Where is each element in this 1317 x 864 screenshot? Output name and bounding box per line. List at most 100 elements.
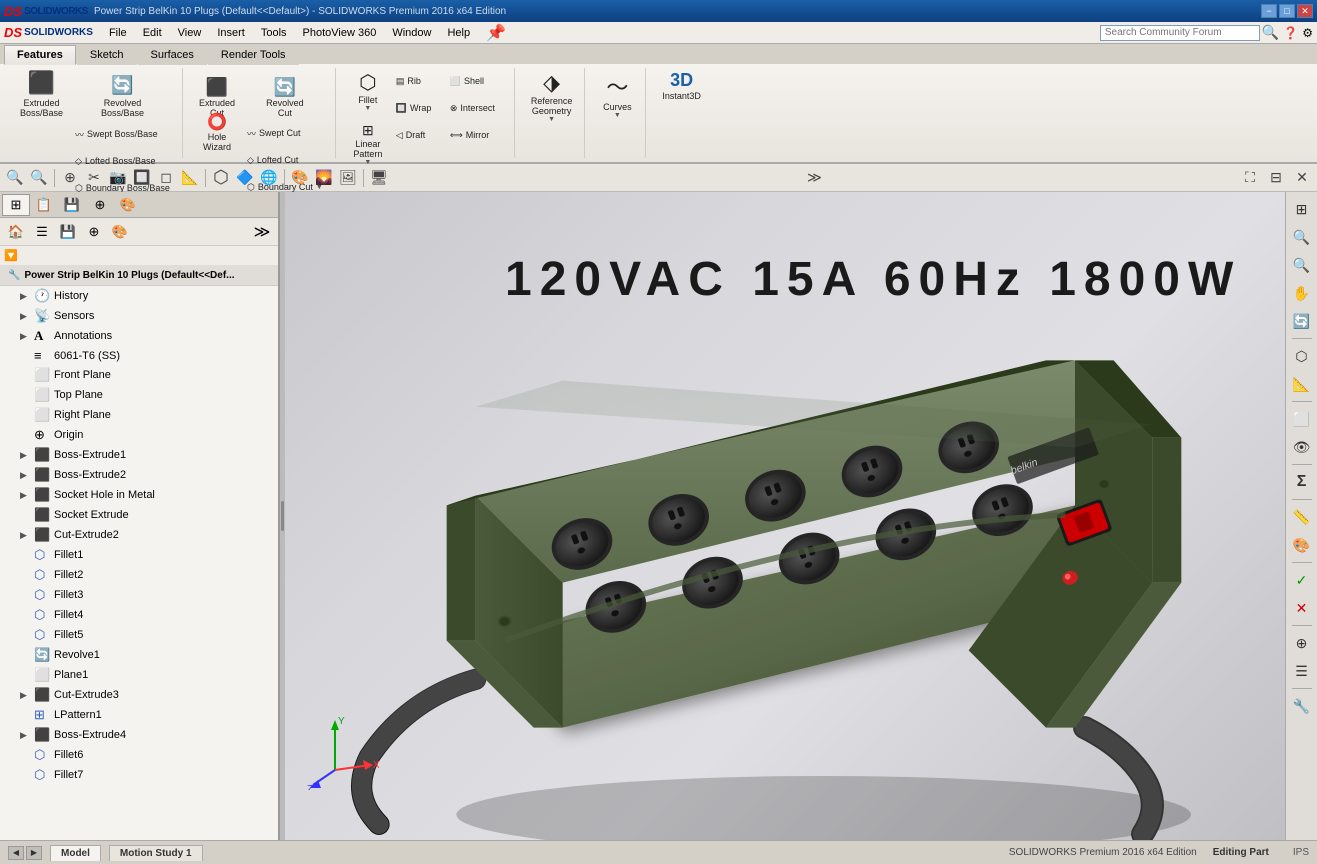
tree-item-fillet6[interactable]: ▶ ⬡ Fillet6: [0, 745, 278, 765]
view-persp-button[interactable]: 🔷: [234, 167, 256, 189]
hole-wizard-button[interactable]: ⭕ HoleWizard: [197, 120, 237, 154]
shell-button[interactable]: ⬜ Shell: [446, 68, 506, 94]
pin-icon[interactable]: 📌: [486, 23, 506, 43]
menu-tools[interactable]: Tools: [253, 25, 295, 41]
rt-smart-select[interactable]: ⊕: [1289, 630, 1315, 656]
rt-pan[interactable]: ✋: [1289, 280, 1315, 306]
tree-item-boss-extrude1[interactable]: ▶ ⬛ Boss-Extrude1: [0, 445, 278, 465]
tree-item-right-plane[interactable]: ▶ ⬜ Right Plane: [0, 405, 278, 425]
tree-item-cut-extrude3[interactable]: ▶ ⬛ Cut-Extrude3: [0, 685, 278, 705]
menu-window[interactable]: Window: [384, 25, 439, 41]
view-display-button[interactable]: 🔲: [131, 167, 153, 189]
view-hidden-button[interactable]: ◻: [155, 167, 177, 189]
view-split-button[interactable]: ⊟: [1265, 167, 1287, 189]
view-orient-button[interactable]: 🔍: [4, 167, 26, 189]
menu-view[interactable]: View: [170, 25, 210, 41]
tree-item-socket-hole[interactable]: ▶ ⬛ Socket Hole in Metal: [0, 485, 278, 505]
curves-button[interactable]: 〜 Curves ▼: [597, 68, 637, 121]
panel-tab-display[interactable]: 🎨: [114, 194, 142, 216]
linear-pattern-button[interactable]: ⊞ LinearPattern ▼: [348, 120, 388, 154]
tree-item-top-plane[interactable]: ▶ ⬜ Top Plane: [0, 385, 278, 405]
tree-item-boss-extrude2[interactable]: ▶ ⬛ Boss-Extrude2: [0, 465, 278, 485]
menu-edit[interactable]: Edit: [135, 25, 170, 41]
tree-item-cut-extrude2[interactable]: ▶ ⬛ Cut-Extrude2: [0, 525, 278, 545]
panel-color-button[interactable]: 🎨: [108, 221, 132, 243]
draft-button[interactable]: ◁ Draft: [392, 122, 442, 148]
view-3d-button[interactable]: ⊕: [59, 167, 81, 189]
appearance-button[interactable]: 🎨: [289, 167, 311, 189]
status-tab-motion[interactable]: Motion Study 1: [109, 845, 203, 861]
tree-item-fillet1[interactable]: ▶ ⬡ Fillet1: [0, 545, 278, 565]
viewport[interactable]: 120VAC 15A 60Hz 1800W: [285, 192, 1285, 840]
panel-addref-button[interactable]: ⊕: [82, 221, 106, 243]
toolbar-more-button[interactable]: ≫: [804, 167, 826, 189]
reference-geometry-button[interactable]: ⬗ ReferenceGeometry ▼: [527, 68, 577, 125]
tree-item-front-plane[interactable]: ▶ ⬜ Front Plane: [0, 365, 278, 385]
panel-home-button[interactable]: 🏠: [4, 221, 28, 243]
rt-ok[interactable]: ✓: [1289, 567, 1315, 593]
tree-content[interactable]: 🔧 Power Strip BelKin 10 Plugs (Default<<…: [0, 266, 278, 840]
close-button[interactable]: ✕: [1297, 4, 1313, 18]
rt-view-selector[interactable]: ⊞: [1289, 196, 1315, 222]
status-nav-prev[interactable]: ◀: [8, 846, 24, 860]
tab-render-tools[interactable]: Render Tools: [208, 45, 299, 65]
decals-button[interactable]: 🖼: [337, 167, 359, 189]
menu-insert[interactable]: Insert: [209, 25, 253, 41]
rt-selection-filter[interactable]: 🔧: [1289, 693, 1315, 719]
rt-display-style[interactable]: ⬜: [1289, 406, 1315, 432]
swept-boss-base-button[interactable]: 〰 Swept Boss/Base: [71, 121, 174, 147]
extruded-boss-base-button[interactable]: ⬛ ExtrudedBoss/Base: [16, 68, 67, 120]
panel-tab-config[interactable]: 💾: [58, 194, 86, 216]
tree-item-fillet3[interactable]: ▶ ⬡ Fillet3: [0, 585, 278, 605]
fillet-button[interactable]: ⬡ Fillet ▼: [348, 68, 388, 120]
tree-item-lpattern1[interactable]: ▶ ⊞ LPattern1: [0, 705, 278, 725]
tree-item-boss-extrude4[interactable]: ▶ ⬛ Boss-Extrude4: [0, 725, 278, 745]
menu-help[interactable]: Help: [439, 25, 478, 41]
rt-zoom-area[interactable]: 🔍: [1289, 252, 1315, 278]
mirror-button[interactable]: ⟺ Mirror: [446, 122, 506, 148]
tree-item-fillet4[interactable]: ▶ ⬡ Fillet4: [0, 605, 278, 625]
scene-button[interactable]: 🌄: [313, 167, 335, 189]
panel-tab-dim[interactable]: ⊕: [86, 194, 114, 216]
intersect-button[interactable]: ⊗ Intersect: [446, 95, 506, 121]
tree-item-socket-extrude[interactable]: ▶ ⬛ Socket Extrude: [0, 505, 278, 525]
status-nav-next[interactable]: ▶: [26, 846, 42, 860]
tree-item-sensors[interactable]: ▶ 📡 Sensors: [0, 306, 278, 326]
panel-more-button[interactable]: ≫: [250, 221, 274, 243]
tree-item-origin[interactable]: ▶ ⊕ Origin: [0, 425, 278, 445]
menu-file[interactable]: File: [101, 25, 135, 41]
rib-button[interactable]: ▤ Rib: [392, 68, 442, 94]
revolved-cut-button[interactable]: 🔄 RevolvedCut: [262, 68, 308, 120]
search-icon[interactable]: 🔍: [1262, 24, 1279, 41]
panel-tab-property[interactable]: 📋: [30, 194, 58, 216]
display-state-button[interactable]: 🖥: [368, 167, 390, 189]
tree-item-fillet5[interactable]: ▶ ⬡ Fillet5: [0, 625, 278, 645]
swept-cut-button[interactable]: 〰 Swept Cut: [243, 120, 327, 146]
panel-tab-feature-tree[interactable]: ⊞: [2, 194, 30, 216]
view-full-button[interactable]: ⛶: [1239, 167, 1261, 189]
tree-item-fillet7[interactable]: ▶ ⬡ Fillet7: [0, 765, 278, 785]
tree-item-plane1[interactable]: ▶ ⬜ Plane1: [0, 665, 278, 685]
rt-zoom-fit[interactable]: 🔍: [1289, 224, 1315, 250]
rt-measure[interactable]: 📏: [1289, 504, 1315, 530]
search-input[interactable]: [1100, 25, 1260, 41]
help-icon[interactable]: ❓: [1283, 26, 1298, 40]
tab-surfaces[interactable]: Surfaces: [138, 45, 207, 65]
tree-root-item[interactable]: 🔧 Power Strip BelKin 10 Plugs (Default<<…: [0, 266, 278, 286]
rt-appearance[interactable]: 🎨: [1289, 532, 1315, 558]
status-tab-model[interactable]: Model: [50, 845, 101, 861]
section-view-button[interactable]: ✂: [83, 167, 105, 189]
view-cam-button[interactable]: 📷: [107, 167, 129, 189]
panel-list-button[interactable]: ☰: [30, 221, 54, 243]
instant3d-button[interactable]: 3D Instant3D: [658, 68, 705, 103]
rt-sigma[interactable]: Σ: [1297, 469, 1307, 495]
tab-features[interactable]: Features: [4, 45, 76, 65]
view-cube-button[interactable]: ⬡: [210, 167, 232, 189]
tree-item-annotations[interactable]: ▶ A Annotations: [0, 326, 278, 346]
rt-hide-show[interactable]: 👁: [1289, 434, 1315, 460]
minimize-button[interactable]: −: [1261, 4, 1277, 18]
rt-rotate[interactable]: 🔄: [1289, 308, 1315, 334]
view-zoom-button[interactable]: 🔍: [28, 167, 50, 189]
wrap-button[interactable]: 🔲 Wrap: [392, 95, 442, 121]
rt-standard-views[interactable]: ⬡: [1289, 343, 1315, 369]
